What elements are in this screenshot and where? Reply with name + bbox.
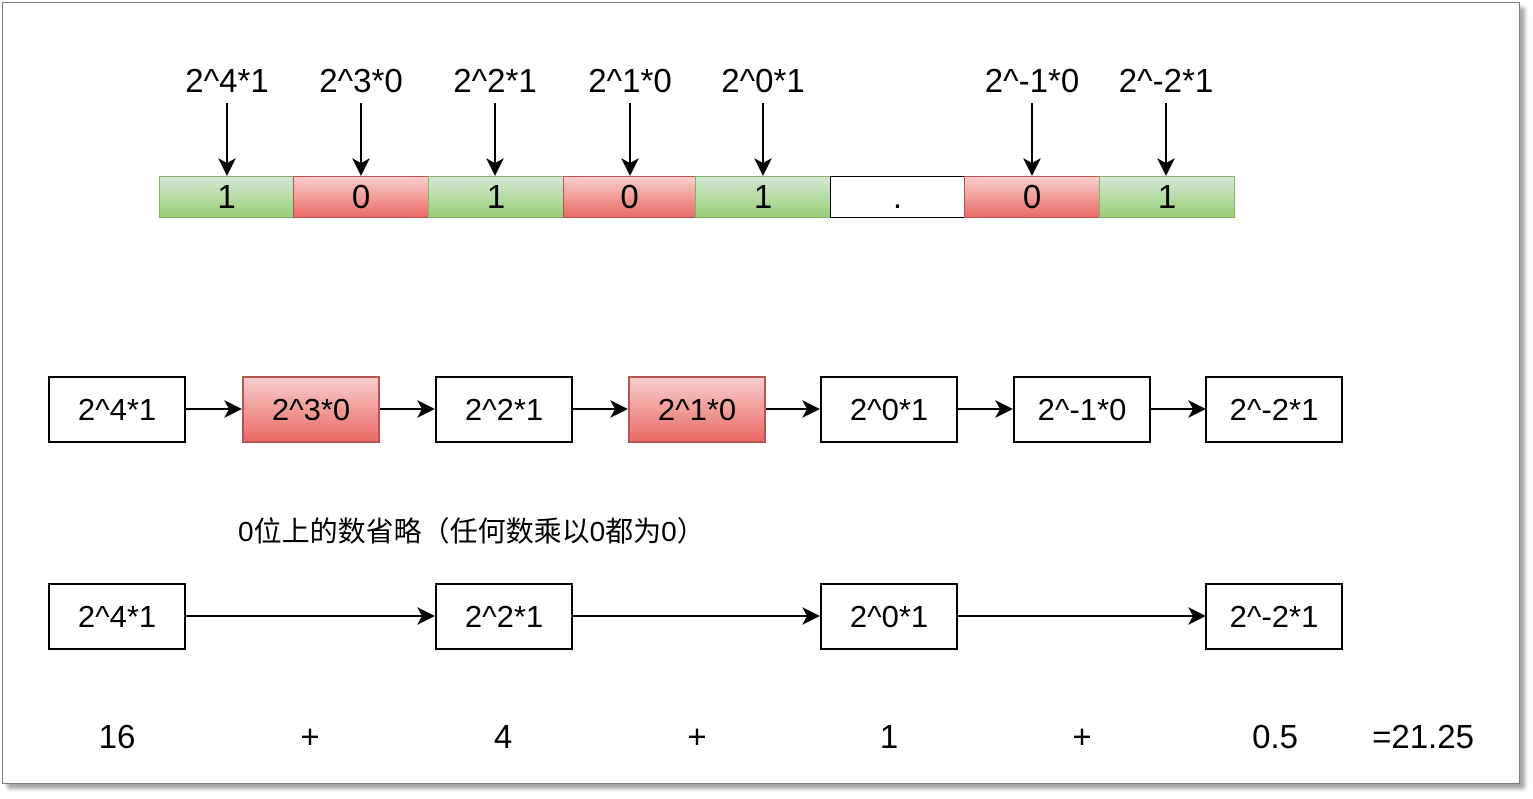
plus-sign: + — [1072, 718, 1092, 755]
sum-value: 0.5 — [1252, 718, 1298, 755]
bit-cell-zero: 0 — [964, 176, 1100, 218]
plus-sign: + — [300, 718, 320, 755]
bit-weight-label: 2^-1*0 — [984, 62, 1080, 99]
term-box: 2^0*1 — [820, 376, 958, 443]
nonzero-term-box: 2^-2*1 — [1205, 583, 1343, 650]
bit-cell-one: 1 — [1099, 176, 1235, 218]
bit-cell-one: 1 — [695, 176, 831, 218]
bit-cell-zero: 0 — [293, 176, 429, 218]
bit-cell-one: 1 — [159, 176, 294, 218]
omit-zero-note: 0位上的数省略（任何数乘以0都为0） — [238, 516, 705, 547]
sum-value: 1 — [879, 718, 899, 755]
term-box: 2^4*1 — [48, 376, 186, 443]
decimal-point-cell: . — [830, 176, 965, 218]
term-box: 2^-2*1 — [1205, 376, 1343, 443]
bit-weight-label: 2^-2*1 — [1118, 62, 1214, 99]
bit-weight-label: 2^4*1 — [185, 62, 269, 99]
term-box: 2^2*1 — [435, 376, 573, 443]
sum-value: 4 — [493, 718, 513, 755]
bit-cell-zero: 0 — [563, 176, 696, 218]
nonzero-term-box: 2^2*1 — [435, 583, 573, 650]
nonzero-term-box: 2^0*1 — [820, 583, 958, 650]
bit-weight-label: 2^1*0 — [588, 62, 672, 99]
bit-weight-label: 2^3*0 — [319, 62, 403, 99]
bit-weight-label: 2^0*1 — [721, 62, 805, 99]
sum-result: =21.25 — [1372, 718, 1474, 755]
bit-weight-label: 2^2*1 — [453, 62, 537, 99]
term-box: 2^-1*0 — [1013, 376, 1151, 443]
plus-sign: + — [687, 718, 707, 755]
nonzero-term-box: 2^4*1 — [48, 583, 186, 650]
term-box-zero: 2^1*0 — [628, 376, 766, 443]
sum-value: 16 — [98, 718, 136, 755]
term-box-zero: 2^3*0 — [242, 376, 380, 443]
bit-cell-one: 1 — [428, 176, 564, 218]
